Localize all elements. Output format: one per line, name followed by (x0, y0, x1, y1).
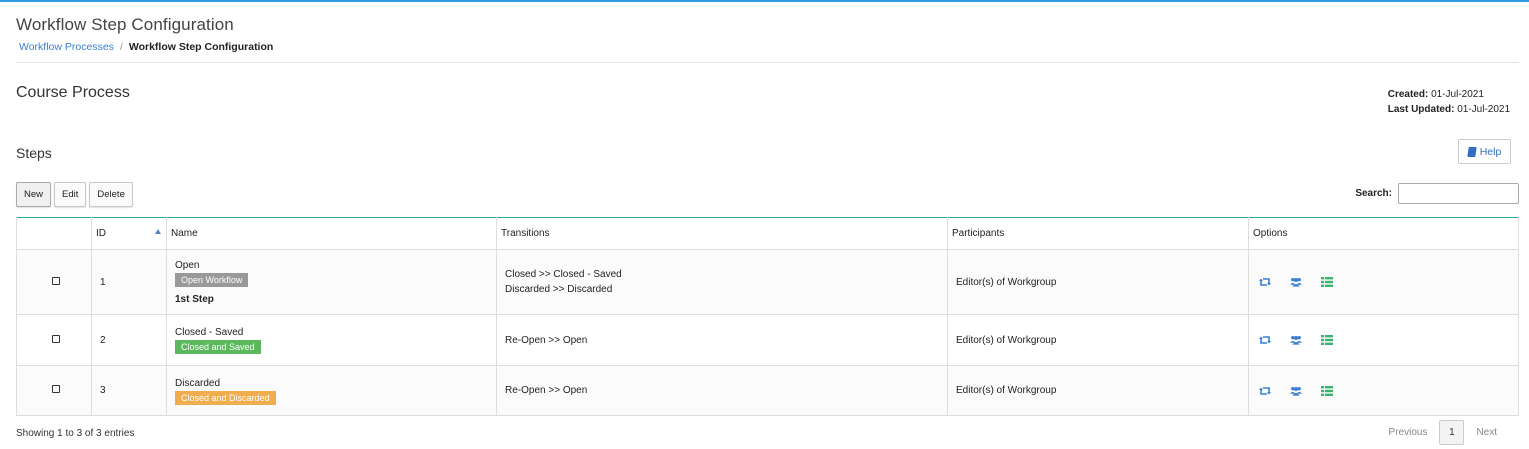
step-transitions: Re-Open >> Open (496, 365, 948, 416)
step-id: 1 (91, 249, 167, 315)
transition-item: Re-Open >> Open (505, 385, 588, 396)
help-label: Help (1479, 145, 1502, 158)
help-button[interactable]: Help (1458, 139, 1511, 164)
search-label: Search: (1355, 188, 1392, 199)
column-header-id-label: ID (96, 228, 106, 239)
breadcrumb: Workflow Processes / Workflow Step Configu… (19, 41, 273, 53)
column-header-participants[interactable]: Participants (947, 217, 1249, 250)
row-checkbox[interactable] (52, 385, 60, 393)
previous-page-button[interactable]: Previous (1377, 427, 1440, 438)
list-icon[interactable] (1321, 277, 1333, 287)
table-row[interactable]: 3 Discarded Closed and Discarded Re-Open… (16, 365, 1519, 416)
delete-button[interactable]: Delete (89, 182, 133, 207)
step-options (1248, 314, 1519, 366)
steps-toolbar: New Edit Delete (16, 182, 133, 207)
book-icon (1466, 146, 1477, 157)
users-icon[interactable] (1290, 335, 1302, 345)
step-id: 2 (91, 314, 167, 366)
column-header-options: Options (1248, 217, 1519, 250)
step-name-cell: Closed - Saved Closed and Saved (166, 314, 497, 366)
users-icon[interactable] (1290, 386, 1302, 396)
step-name: Closed - Saved (175, 327, 244, 338)
step-participants: Editor(s) of Workgroup (947, 249, 1249, 315)
column-header-transitions[interactable]: Transitions (496, 217, 948, 250)
row-select-cell (16, 249, 92, 315)
step-status-badge: Open Workflow (175, 273, 249, 287)
transition-item: Re-Open >> Open (505, 334, 588, 346)
list-icon[interactable] (1321, 335, 1333, 345)
breadcrumb-current: Workflow Step Configuration (128, 41, 274, 53)
table-header-row: ID Name Transitions Participants Options (16, 217, 1519, 250)
step-participants: Editor(s) of Workgroup (947, 314, 1249, 366)
new-button[interactable]: New (16, 182, 52, 207)
table-info: Showing 1 to 3 of 3 entries (16, 428, 135, 439)
step-id: 3 (91, 365, 167, 416)
search-area: Search: (1355, 183, 1519, 204)
transition-item: Closed >> Closed - Saved (505, 269, 622, 280)
breadcrumb-workflow-processes[interactable]: Workflow Processes (19, 41, 114, 53)
updated-label: Last Updated: (1387, 104, 1455, 115)
created-label: Created: (1387, 89, 1429, 100)
search-input[interactable] (1398, 183, 1519, 204)
step-transitions: Closed >> Closed - Saved Discarded >> Dis… (496, 249, 948, 315)
retweet-icon[interactable] (1259, 335, 1271, 345)
next-page-button[interactable]: Next (1464, 427, 1509, 438)
header-divider (16, 62, 1519, 63)
step-options (1248, 249, 1519, 315)
step-status-badge: Closed and Discarded (175, 390, 276, 405)
row-select-cell (16, 365, 92, 416)
edit-button[interactable]: Edit (54, 182, 87, 207)
row-select-cell (16, 314, 92, 366)
transition-item: Discarded >> Discarded (505, 284, 613, 295)
step-status-badge: Closed and Saved (175, 340, 261, 354)
process-meta: Created: 01-Jul-2021 Last Updated: 01-Ju… (1388, 87, 1510, 117)
step-note: 1st Step (175, 294, 214, 305)
step-name: Open (175, 260, 200, 271)
retweet-icon[interactable] (1259, 277, 1271, 287)
step-transitions: Re-Open >> Open (496, 314, 948, 366)
step-name-cell: Open Open Workflow 1st Step (166, 249, 497, 315)
steps-heading: Steps (16, 145, 52, 161)
steps-table: ID Name Transitions Participants Options… (16, 217, 1519, 416)
process-name: Course Process (16, 84, 130, 101)
row-checkbox[interactable] (52, 276, 60, 285)
step-name: Discarded (175, 377, 221, 389)
table-row[interactable]: 1 Open Open Workflow 1st Step Closed >> … (16, 249, 1519, 315)
step-participants: Editor(s) of Workgroup (947, 365, 1249, 416)
column-header-select (16, 217, 92, 250)
retweet-icon[interactable] (1259, 386, 1271, 396)
column-header-id[interactable]: ID (91, 217, 167, 250)
sort-ascending-icon (155, 229, 161, 234)
created-value: 01-Jul-2021 (1431, 89, 1484, 100)
breadcrumb-separator: / (119, 41, 123, 53)
page-1-button[interactable]: 1 (1439, 420, 1465, 445)
row-checkbox[interactable] (52, 334, 60, 343)
column-header-name[interactable]: Name (166, 217, 497, 250)
users-icon[interactable] (1290, 277, 1302, 287)
page-title: Workflow Step Configuration (16, 15, 234, 34)
table-row[interactable]: 2 Closed - Saved Closed and Saved Re-Ope… (16, 314, 1519, 366)
updated-value: 01-Jul-2021 (1457, 104, 1510, 115)
step-options (1248, 365, 1519, 416)
list-icon[interactable] (1321, 385, 1333, 396)
step-name-cell: Discarded Closed and Discarded (166, 365, 497, 416)
pagination: Previous 1 Next (1377, 420, 1509, 445)
